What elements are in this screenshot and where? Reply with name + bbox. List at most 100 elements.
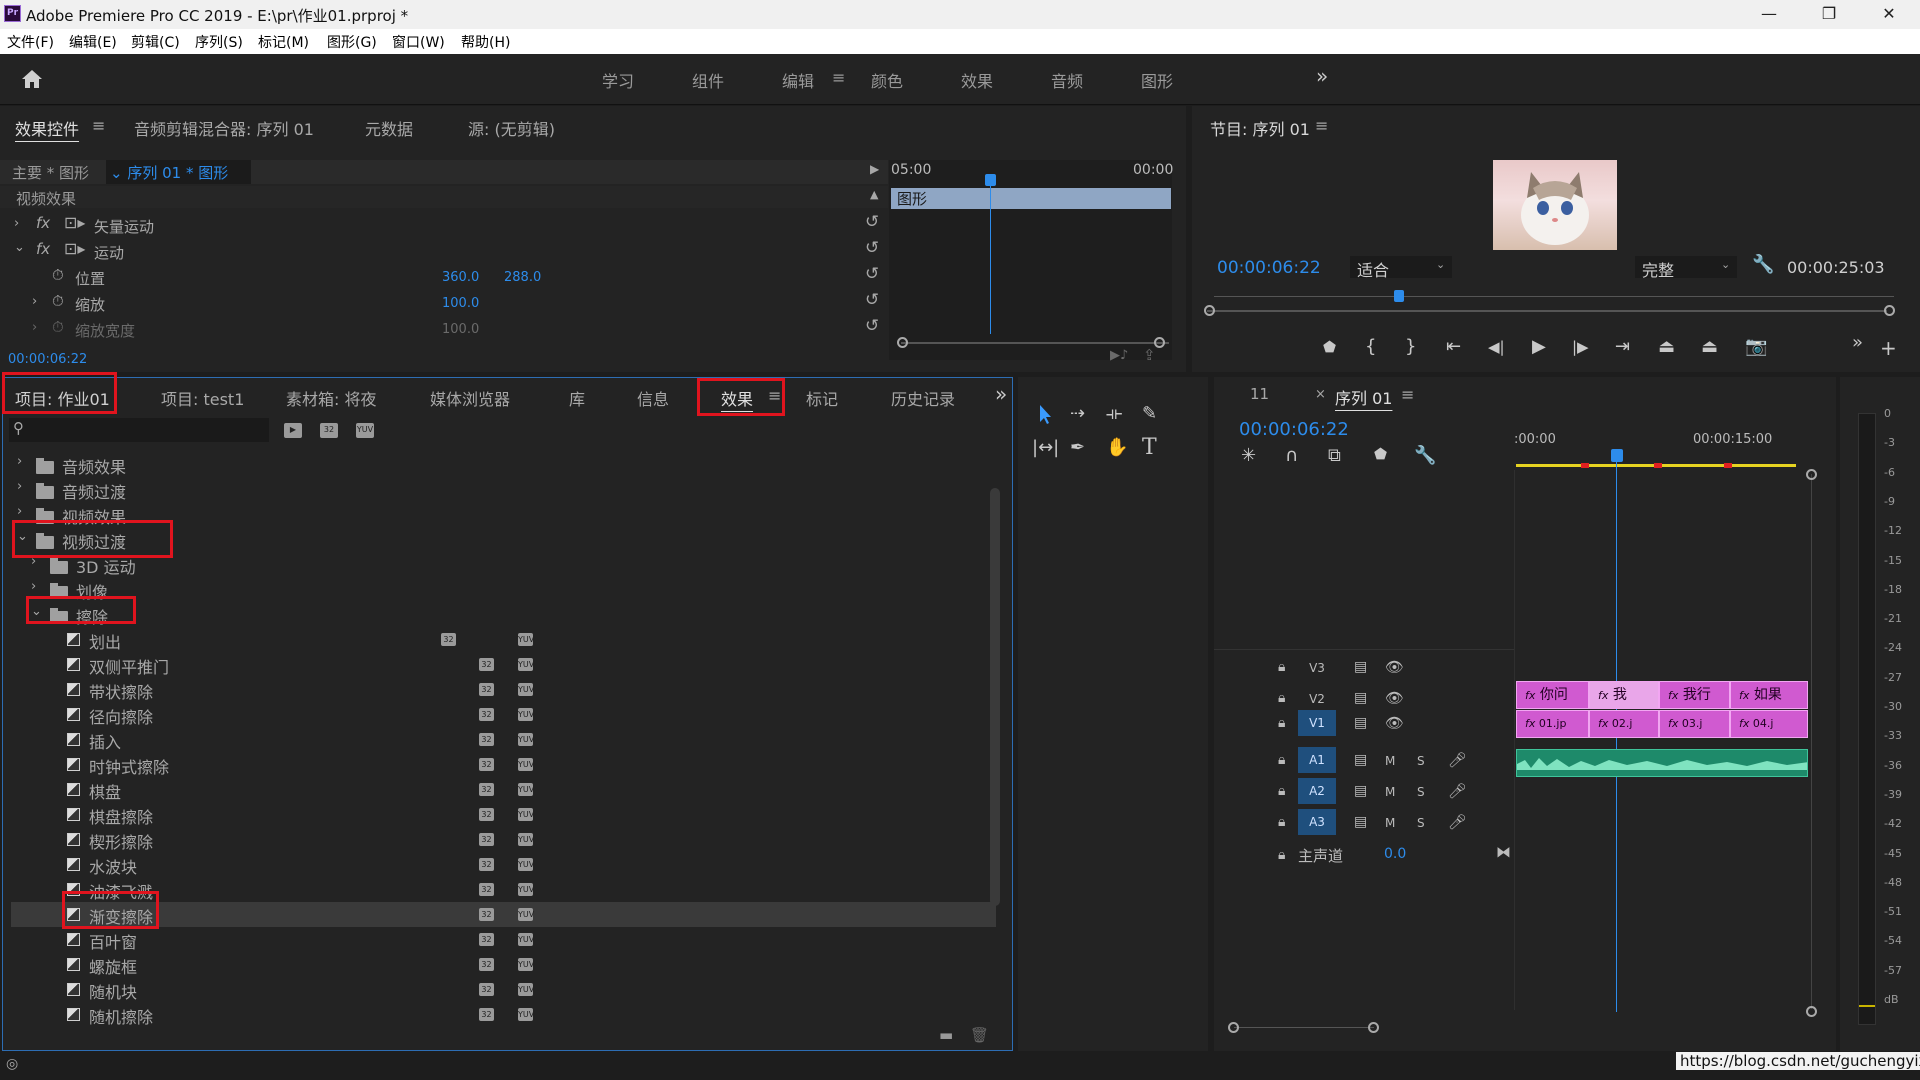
mute-button[interactable]: M (1385, 816, 1395, 830)
reset-motion-icon[interactable]: ↺ (865, 238, 879, 258)
effect-item[interactable]: 棋盘 32 YUV (11, 777, 996, 802)
h-zoom-left[interactable] (1228, 1022, 1239, 1033)
menu-window[interactable]: 窗口(W) (392, 32, 445, 52)
fit-dropdown[interactable]: 适合 ⌄ (1350, 256, 1452, 280)
accelerated-effects-icon[interactable]: ▶ (284, 423, 302, 438)
workspace-editing[interactable]: 编辑 (782, 68, 814, 92)
play-audio-icon[interactable]: ▶♪ (1110, 348, 1128, 363)
play-icon[interactable]: ▶ (1532, 336, 1546, 357)
yuv-effects-icon[interactable]: YUV (356, 423, 374, 438)
audio-clip-a1[interactable] (1516, 749, 1808, 777)
32bit-effects-icon[interactable]: 32 (320, 423, 338, 438)
sync-lock-icon[interactable]: ▤ (1354, 690, 1367, 706)
timeline-menu-icon[interactable]: ≡ (1401, 385, 1414, 404)
clip-v1-3[interactable]: fx 03.j (1659, 710, 1730, 738)
program-timecode[interactable]: 00:00:06:22 (1217, 258, 1321, 278)
reset-scale-width-icon[interactable]: ↺ (865, 316, 879, 336)
menu-graphics[interactable]: 图形(G) (327, 32, 377, 52)
minimize-button[interactable]: — (1746, 2, 1792, 26)
delete-icon[interactable]: 🗑 (970, 1026, 989, 1044)
close-button[interactable]: ✕ (1866, 2, 1912, 26)
scrollbar[interactable] (990, 488, 1000, 906)
effects-folder[interactable]: › 音频过渡 (11, 477, 996, 502)
solo-button[interactable]: S (1417, 754, 1425, 768)
reset-position-icon[interactable]: ↺ (865, 264, 879, 284)
workspace-color[interactable]: 颜色 (871, 68, 903, 92)
graphic-clip-bar[interactable]: 图形 (891, 188, 1171, 209)
lock-icon[interactable]: 🔒︎ (1278, 783, 1285, 799)
solo-button[interactable]: S (1417, 785, 1425, 799)
timeline-playhead[interactable] (1611, 449, 1623, 462)
razor-icon[interactable]: ✎ (1142, 403, 1157, 424)
clip-v2-3[interactable]: fx 我行 (1659, 681, 1730, 709)
step-back-icon[interactable]: ◀| (1488, 338, 1505, 356)
sync-lock-icon[interactable]: ▤ (1354, 814, 1367, 830)
microphone-icon[interactable]: 🎤︎ (1448, 782, 1467, 800)
selection-tool-icon[interactable] (1034, 403, 1056, 425)
effects-subfolder[interactable]: › 划像 (11, 577, 996, 602)
effect-item[interactable]: 随机块 32 YUV (11, 977, 996, 1002)
lock-icon[interactable]: 🔒︎ (1278, 814, 1285, 830)
effect-item[interactable]: 双侧平推门 32 YUV (11, 652, 996, 677)
v-zoom-bottom[interactable] (1806, 1006, 1817, 1017)
slip-tool-icon[interactable]: |↔| (1032, 437, 1059, 458)
tab-markers[interactable]: 标记 (806, 386, 838, 410)
chevron-right-icon[interactable]: › (17, 479, 22, 494)
effects-search-input[interactable]: ⚲ (9, 418, 269, 442)
mark-in-icon[interactable]: { (1365, 336, 1376, 357)
close-tab-icon[interactable]: × (1315, 387, 1326, 402)
program-zoom-right[interactable] (1884, 305, 1895, 316)
lock-icon[interactable]: 🔒︎ (1278, 690, 1285, 706)
effect-item[interactable]: 螺旋框 32 YUV (11, 952, 996, 977)
clip-v2-4[interactable]: fx 如果 (1730, 681, 1808, 709)
effects-folder[interactable]: › 音频效果 (11, 452, 996, 477)
lock-icon[interactable]: 🔒︎ (1278, 715, 1285, 731)
playhead-handle[interactable] (985, 174, 996, 186)
master-volume-value[interactable]: 0.0 (1384, 846, 1406, 862)
track-label[interactable]: V3 (1298, 661, 1336, 675)
timeline-tab-prev[interactable]: 11 (1250, 385, 1269, 403)
tab-bin[interactable]: 素材箱: 将夜 (286, 386, 376, 410)
sync-lock-icon[interactable]: ▤ (1354, 783, 1367, 799)
chevron-right-icon[interactable]: › (17, 454, 22, 469)
tab-audio-clip-mixer[interactable]: 音频剪辑混合器: 序列 01 (134, 116, 314, 140)
effect-item[interactable]: 百叶窗 32 YUV (11, 927, 996, 952)
timeline-settings-icon[interactable]: 🔧 (1414, 445, 1436, 466)
vector-motion-label[interactable]: 矢量运动 (94, 216, 154, 237)
zoom-handle-left[interactable] (897, 337, 908, 348)
menu-clip[interactable]: 剪辑(C) (131, 32, 180, 52)
track-label[interactable]: V1 (1298, 710, 1336, 736)
tab-info[interactable]: 信息 (637, 386, 669, 410)
workspace-effects[interactable]: 效果 (961, 68, 993, 92)
menu-marker[interactable]: 标记(M) (258, 32, 309, 52)
tab-source[interactable]: 源: (无剪辑) (468, 116, 555, 140)
workspace-assembly[interactable]: 组件 (692, 68, 724, 92)
microphone-icon[interactable]: 🎤︎ (1448, 751, 1467, 769)
tab-sequence-01[interactable]: 序列 01 (1335, 385, 1392, 409)
tab-media-browser[interactable]: 媒体浏览器 (430, 386, 510, 410)
go-to-end-icon[interactable]: ⧓ (1496, 843, 1511, 861)
timeline-timecode[interactable]: 00:00:06:22 (1239, 419, 1349, 440)
menu-sequence[interactable]: 序列(S) (195, 32, 243, 52)
effect-item[interactable]: 时钟式擦除 32 YUV (11, 752, 996, 777)
eye-icon[interactable]: 👁︎ (1385, 658, 1404, 676)
clip-v1-1[interactable]: fx 01.jp (1516, 710, 1589, 738)
h-zoom-right[interactable] (1368, 1022, 1379, 1033)
quality-dropdown[interactable]: 完整 ⌄ (1635, 256, 1737, 280)
effect-controls-timecode[interactable]: 00:00:06:22 (8, 352, 87, 367)
chevron-right-icon[interactable]: › (31, 579, 36, 594)
effect-item[interactable]: 径向擦除 32 YUV (11, 702, 996, 727)
v-zoom-top[interactable] (1806, 469, 1817, 480)
add-marker-icon[interactable]: ⬟ (1374, 445, 1387, 463)
motion-label[interactable]: 运动 (94, 242, 124, 263)
lift-icon[interactable]: ⏏ (1658, 336, 1675, 357)
eye-icon[interactable]: 👁︎ (1385, 714, 1404, 732)
export-frame-icon[interactable]: 📷 (1745, 336, 1767, 357)
mark-out-icon[interactable]: } (1405, 336, 1416, 357)
reset-vector-motion-icon[interactable]: ↺ (865, 212, 879, 232)
sequence-clip-label[interactable]: ⌄ 序列 01 * 图形 (110, 162, 228, 183)
nest-icon[interactable]: ✳ (1241, 445, 1256, 466)
collapse-motion-icon[interactable]: ⌄ (14, 240, 25, 255)
program-menu-icon[interactable]: ≡ (1315, 116, 1328, 135)
menu-file[interactable]: 文件(F) (7, 32, 54, 52)
